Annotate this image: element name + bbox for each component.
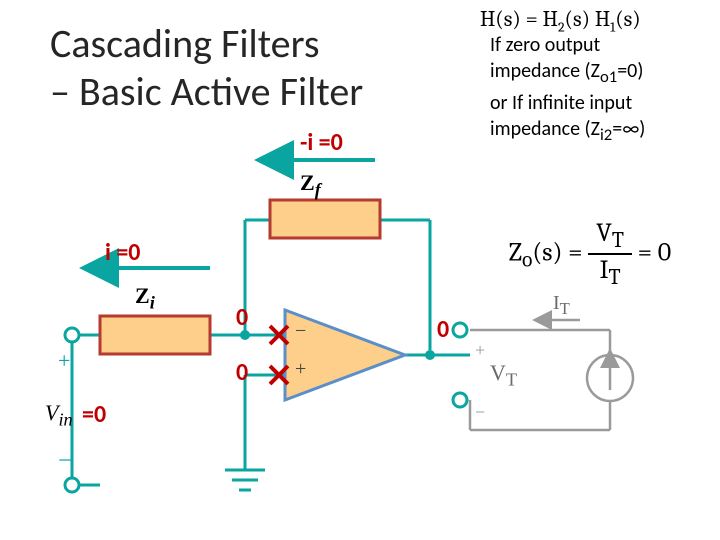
vin-plus: +: [58, 348, 70, 374]
circuit-diagram: [0, 0, 720, 540]
label-zf: Zf: [300, 170, 321, 200]
label-it: IT: [553, 292, 570, 319]
amp-plus: +: [295, 358, 306, 381]
label-zi: Zi: [135, 283, 155, 313]
amp-minus: −: [295, 320, 306, 343]
ann-zero-out: 0: [437, 315, 449, 344]
vt-plus: +: [475, 340, 485, 361]
ground-icon: [225, 470, 265, 490]
label-vt: VT: [490, 360, 517, 390]
component-zi: [100, 316, 210, 354]
ann-i-eq0: i =0: [105, 238, 140, 267]
label-vin: Vin: [45, 400, 73, 430]
component-zf: [270, 200, 380, 238]
vt-minus: −: [475, 402, 485, 423]
ann-neg-i-eq0: -i =0: [300, 128, 343, 157]
label-vin-zero: =0: [82, 400, 106, 429]
ann-zero-top: 0: [236, 303, 248, 332]
vin-minus: −: [58, 448, 72, 475]
ann-zero-bot: 0: [236, 358, 248, 387]
